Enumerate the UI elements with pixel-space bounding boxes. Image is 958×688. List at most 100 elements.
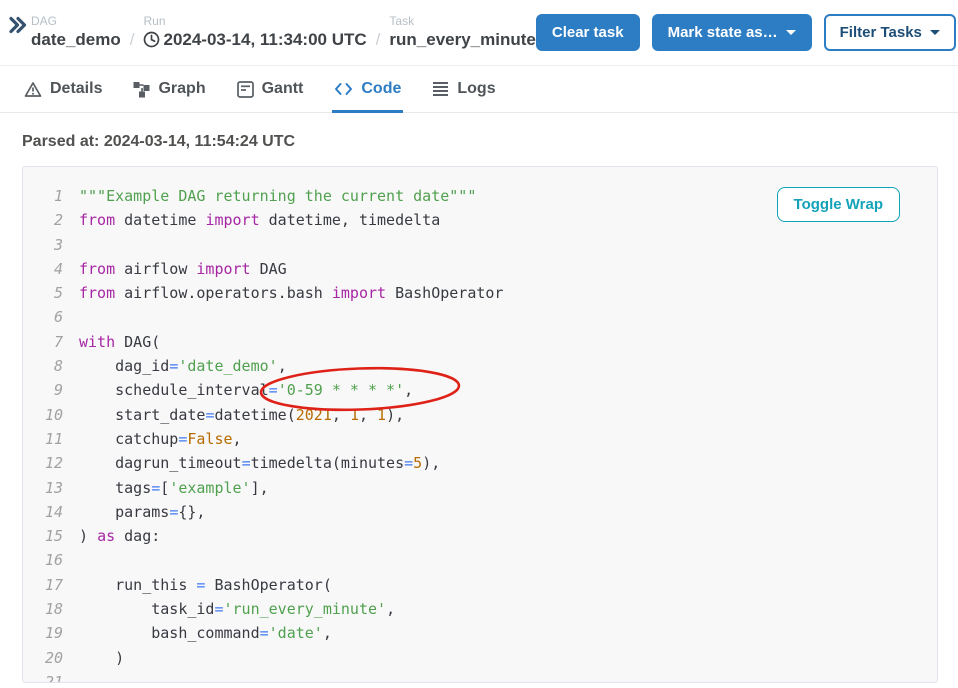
- breadcrumb-run: Run 2024-03-14, 11:34:00 UTC: [143, 14, 366, 51]
- code-text: from datetime import datetime, timedelta: [79, 208, 440, 232]
- tab-gantt[interactable]: Gantt: [235, 66, 306, 112]
- code-lines: 1 """Example DAG returning the current da…: [23, 184, 937, 683]
- line-number: 18: [23, 597, 63, 621]
- breadcrumb-separator: /: [130, 28, 135, 51]
- line-number: 20: [23, 646, 63, 670]
- code-line: 12 dagrun_timeout=timedelta(minutes=5),: [23, 451, 937, 475]
- tab-logs-label: Logs: [457, 80, 495, 98]
- code-text: start_date=datetime(2021, 1, 1),: [79, 403, 404, 427]
- mark-state-as-label: Mark state as…: [668, 24, 778, 41]
- breadcrumb-dag-value[interactable]: date_demo: [31, 28, 121, 51]
- line-number: 17: [23, 573, 63, 597]
- code-text: with DAG(: [79, 330, 160, 354]
- line-number: 3: [23, 233, 63, 257]
- clock-icon: [143, 31, 160, 48]
- line-number: 7: [23, 330, 63, 354]
- tab-graph[interactable]: Graph: [131, 66, 207, 112]
- code-text: ): [79, 646, 124, 670]
- code-text: catchup=False,: [79, 427, 242, 451]
- line-number: 13: [23, 476, 63, 500]
- line-number: 12: [23, 451, 63, 475]
- breadcrumb-run-label: Run: [143, 14, 366, 28]
- airflow-task-instance-page: { "header": { "separator": "/", "breadcr…: [0, 0, 958, 688]
- code-line: 20 ): [23, 646, 937, 670]
- graph-icon: [133, 81, 150, 98]
- breadcrumb: DAG date_demo / Run 2024-03-14, 11:34:00…: [31, 14, 536, 51]
- caret-down-icon: [930, 30, 940, 35]
- breadcrumb-run-value-wrap[interactable]: 2024-03-14, 11:34:00 UTC: [143, 28, 366, 51]
- line-number: 21: [23, 670, 63, 683]
- tab-gantt-label: Gantt: [262, 80, 304, 98]
- code-text: tags=['example'],: [79, 476, 269, 500]
- clear-task-button[interactable]: Clear task: [536, 14, 640, 51]
- line-number: 15: [23, 524, 63, 548]
- code-line: 16: [23, 548, 937, 572]
- breadcrumb-task-label: Task: [389, 14, 535, 28]
- gantt-icon: [237, 81, 254, 98]
- code-text: """Example DAG returning the current dat…: [79, 184, 476, 208]
- code-line: 17 run_this = BashOperator(: [23, 573, 937, 597]
- tab-code-label: Code: [361, 80, 401, 98]
- line-number: 5: [23, 281, 63, 305]
- code-line: 4 from airflow import DAG: [23, 257, 937, 281]
- code-line: 10 start_date=datetime(2021, 1, 1),: [23, 403, 937, 427]
- code-line: 7 with DAG(: [23, 330, 937, 354]
- code-text: task_id='run_every_minute',: [79, 597, 395, 621]
- code-line: 3: [23, 233, 937, 257]
- breadcrumb-run-value: 2024-03-14, 11:34:00 UTC: [163, 28, 366, 51]
- code-line: 8 dag_id='date_demo',: [23, 354, 937, 378]
- breadcrumb-dag: DAG date_demo: [31, 14, 121, 51]
- code-text: from airflow import DAG: [79, 257, 287, 281]
- code-line: 5 from airflow.operators.bash import Bash…: [23, 281, 937, 305]
- code-text: params={},: [79, 500, 205, 524]
- warning-triangle-icon: [24, 81, 42, 98]
- tab-logs[interactable]: Logs: [430, 66, 497, 112]
- line-number: 14: [23, 500, 63, 524]
- line-number: 9: [23, 378, 63, 402]
- double-chevron-right-icon[interactable]: [8, 16, 27, 34]
- line-number: 2: [23, 208, 63, 232]
- line-number: 1: [23, 184, 63, 208]
- line-number: 11: [23, 427, 63, 451]
- line-number: 19: [23, 621, 63, 645]
- code-line: 11 catchup=False,: [23, 427, 937, 451]
- code-icon: [334, 81, 353, 97]
- code-line: 13 tags=['example'],: [23, 476, 937, 500]
- caret-down-icon: [786, 30, 796, 35]
- toggle-wrap-button[interactable]: Toggle Wrap: [777, 187, 900, 222]
- tab-details[interactable]: Details: [22, 66, 104, 112]
- code-line: 19 bash_command='date',: [23, 621, 937, 645]
- code-line: 6: [23, 305, 937, 329]
- code-line: 14 params={},: [23, 500, 937, 524]
- tab-graph-label: Graph: [158, 80, 205, 98]
- filter-tasks-label: Filter Tasks: [840, 24, 922, 41]
- line-number: 8: [23, 354, 63, 378]
- filter-tasks-button[interactable]: Filter Tasks: [824, 14, 956, 51]
- breadcrumb-separator: /: [376, 28, 381, 51]
- header-actions: Clear task Mark state as… Filter Tasks: [536, 14, 956, 51]
- mark-state-as-button[interactable]: Mark state as…: [652, 14, 812, 51]
- code-text: dagrun_timeout=timedelta(minutes=5),: [79, 451, 440, 475]
- line-number: 6: [23, 305, 63, 329]
- breadcrumb-task: Task run_every_minute: [389, 14, 535, 51]
- line-number: 4: [23, 257, 63, 281]
- line-number: 10: [23, 403, 63, 427]
- breadcrumb-dag-label: DAG: [31, 14, 121, 28]
- logs-icon: [432, 81, 449, 97]
- view-tabs: Details Graph Gantt Code Logs: [0, 66, 958, 113]
- code-text: ) as dag:: [79, 524, 160, 548]
- line-number: 16: [23, 548, 63, 572]
- task-instance-header: DAG date_demo / Run 2024-03-14, 11:34:00…: [0, 0, 958, 66]
- breadcrumb-task-value[interactable]: run_every_minute: [389, 28, 535, 51]
- code-text: from airflow.operators.bash import BashO…: [79, 281, 503, 305]
- code-text: dag_id='date_demo',: [79, 354, 287, 378]
- parsed-at-text: Parsed at: 2024-03-14, 11:54:24 UTC: [22, 133, 958, 151]
- dag-code-panel: 1 """Example DAG returning the current da…: [22, 166, 938, 683]
- code-text: bash_command='date',: [79, 621, 332, 645]
- code-line: 9 schedule_interval='0-59 * * * *',: [23, 378, 937, 402]
- tab-code[interactable]: Code: [332, 66, 403, 112]
- tab-details-label: Details: [50, 80, 102, 98]
- code-text: run_this = BashOperator(: [79, 573, 332, 597]
- code-line: 18 task_id='run_every_minute',: [23, 597, 937, 621]
- code-line: 15 ) as dag:: [23, 524, 937, 548]
